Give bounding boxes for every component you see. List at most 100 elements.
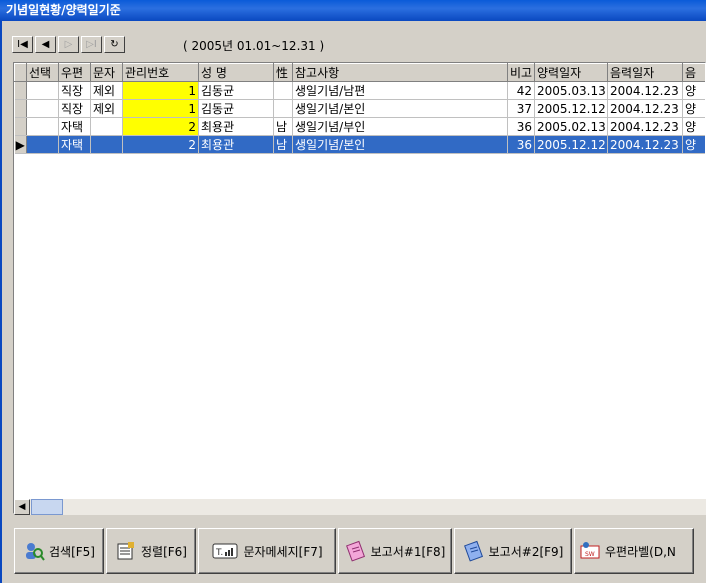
last-record-button[interactable]: ▷I (81, 36, 102, 53)
cell-lunar[interactable]: 2004.12.23 (607, 81, 683, 100)
list-icon (117, 542, 134, 560)
next-record-button[interactable]: ▷ (58, 36, 79, 53)
sort-label: 정렬[F6] (141, 544, 187, 559)
grid-header-row: 선택 우편 문자 관리번호 성 명 性 참고사항 비고 양력일자 음력일자 음 (14, 63, 705, 82)
table-row[interactable]: 자택 2 최용관 남 생일기념/부인 36 2005.02.13 2004.12.23 양 (14, 117, 705, 136)
report-pink-icon (345, 540, 365, 562)
cell-note[interactable]: 생일기념/본인 (292, 99, 508, 118)
cell-solar[interactable]: 2005.12.12 (534, 135, 608, 154)
prev-record-button[interactable]: ◀ (35, 36, 56, 53)
cell-sms[interactable] (90, 135, 123, 154)
cell-note[interactable]: 생일기념/본인 (292, 135, 508, 154)
anniversary-grid: 선택 우편 문자 관리번호 성 명 性 참고사항 비고 양력일자 음력일자 음 … (13, 62, 706, 514)
cell-remark[interactable]: 42 (507, 81, 535, 100)
cell-post[interactable]: 직장 (58, 81, 91, 100)
cell-sex[interactable] (273, 81, 293, 100)
cell-lunar[interactable]: 2004.12.23 (607, 117, 683, 136)
col-solar-header[interactable]: 양력일자 (534, 63, 608, 82)
cell-remark[interactable]: 36 (507, 135, 535, 154)
scroll-thumb[interactable] (31, 499, 63, 515)
prev-icon: ◀ (41, 39, 50, 50)
table-row[interactable]: 직장 제외 1 김동균 생일기념/본인 37 2005.12.12 2004.12.23 양 (14, 99, 705, 118)
cell-lunar[interactable]: 2004.12.23 (607, 135, 683, 154)
cell-sex[interactable]: 남 (273, 117, 293, 136)
cell-sms[interactable]: 제외 (90, 81, 123, 100)
sms-button[interactable]: T. 문자메세지[F7] (198, 528, 336, 574)
cell-sms[interactable] (90, 117, 123, 136)
col-sms-header[interactable]: 문자 (90, 63, 123, 82)
phone-signal-icon: T. (212, 543, 238, 559)
cell-select[interactable] (26, 135, 59, 154)
window-title: 기념일현황/양력일기준 (0, 0, 706, 21)
refresh-icon: ↻ (110, 39, 119, 50)
cell-name[interactable]: 최용관 (198, 117, 274, 136)
col-name-header[interactable]: 성 명 (198, 63, 274, 82)
date-period: ( 2005년 01.01~12.31 ) (183, 39, 325, 53)
col-select-header[interactable]: 선택 (26, 63, 59, 82)
mail-label-text: 우편라벨(D,N (605, 544, 676, 559)
scroll-left-icon[interactable]: ◀ (14, 499, 30, 515)
record-navigator: I◀ ◀ ▷ ▷I ↻ (12, 36, 127, 54)
col-post-header[interactable]: 우편 (58, 63, 91, 82)
first-record-button[interactable]: I◀ (12, 36, 33, 53)
cell-solar[interactable]: 2005.02.13 (534, 117, 608, 136)
function-toolbar: 검색[F5] 정렬[F6] T. 문자메세지[F7] 보고서#1[F8] 보고서… (14, 528, 696, 574)
cell-post[interactable]: 직장 (58, 99, 91, 118)
report1-label: 보고서#1[F8] (370, 544, 446, 559)
cell-name[interactable]: 김동균 (198, 81, 274, 100)
sms-label: 문자메세지[F7] (243, 544, 323, 559)
report1-button[interactable]: 보고서#1[F8] (338, 528, 452, 574)
col-sex-header[interactable]: 性 (273, 63, 293, 82)
cell-name[interactable]: 김동균 (198, 99, 274, 118)
cell-id[interactable]: 1 (122, 99, 199, 118)
cell-remark[interactable]: 36 (507, 117, 535, 136)
report2-button[interactable]: 보고서#2[F9] (454, 528, 572, 574)
refresh-button[interactable]: ↻ (104, 36, 125, 53)
cell-note[interactable]: 생일기념/남편 (292, 81, 508, 100)
table-row[interactable]: 직장 제외 1 김동균 생일기념/남편 42 2005.03.13 2004.12.23 양 (14, 81, 705, 100)
cell-note[interactable]: 생일기념/부인 (292, 117, 508, 136)
search-button[interactable]: 검색[F5] (14, 528, 104, 574)
row-indicator[interactable] (14, 117, 27, 136)
cell-id[interactable]: 2 (122, 117, 199, 136)
cell-post[interactable]: 자택 (58, 135, 91, 154)
search-label: 검색[F5] (49, 544, 95, 559)
indicator-header (14, 63, 27, 82)
cell-select[interactable] (26, 81, 59, 100)
cell-name[interactable]: 최용관 (198, 135, 274, 154)
cell-select[interactable] (26, 117, 59, 136)
sort-button[interactable]: 정렬[F6] (106, 528, 196, 574)
cell-cal[interactable]: 양 (682, 81, 705, 100)
col-lunar-header[interactable]: 음력일자 (607, 63, 683, 82)
horizontal-scrollbar[interactable]: ◀ (14, 499, 706, 515)
row-indicator[interactable]: ▶ (14, 135, 27, 154)
cell-cal[interactable]: 양 (682, 117, 705, 136)
report2-label: 보고서#2[F9] (488, 544, 564, 559)
row-indicator[interactable] (14, 99, 27, 118)
col-cal-header[interactable]: 음 (682, 63, 705, 82)
cell-post[interactable]: 자택 (58, 117, 91, 136)
report-blue-icon (463, 540, 483, 562)
cell-sex[interactable] (273, 99, 293, 118)
cell-remark[interactable]: 37 (507, 99, 535, 118)
mail-label-icon: SW (580, 542, 600, 559)
cell-sms[interactable]: 제외 (90, 99, 123, 118)
last-icon: ▷I (86, 39, 97, 50)
cell-solar[interactable]: 2005.12.12 (534, 99, 608, 118)
col-note-header[interactable]: 참고사항 (292, 63, 508, 82)
cell-lunar[interactable]: 2004.12.23 (607, 99, 683, 118)
cell-select[interactable] (26, 99, 59, 118)
cell-id[interactable]: 2 (122, 135, 199, 154)
next-icon: ▷ (64, 39, 73, 50)
cell-cal[interactable]: 양 (682, 135, 705, 154)
cell-cal[interactable]: 양 (682, 99, 705, 118)
col-remark-header[interactable]: 비고 (507, 63, 535, 82)
people-search-icon (26, 543, 45, 561)
mail-label-button[interactable]: SW 우편라벨(D,N (574, 528, 694, 574)
cell-sex[interactable]: 남 (273, 135, 293, 154)
table-row[interactable]: ▶ 자택 2 최용관 남 생일기념/본인 36 2005.12.12 2004.12.23 양 (14, 135, 705, 154)
cell-id[interactable]: 1 (122, 81, 199, 100)
cell-solar[interactable]: 2005.03.13 (534, 81, 608, 100)
col-id-header[interactable]: 관리번호 (122, 63, 199, 82)
row-indicator[interactable] (14, 81, 27, 100)
